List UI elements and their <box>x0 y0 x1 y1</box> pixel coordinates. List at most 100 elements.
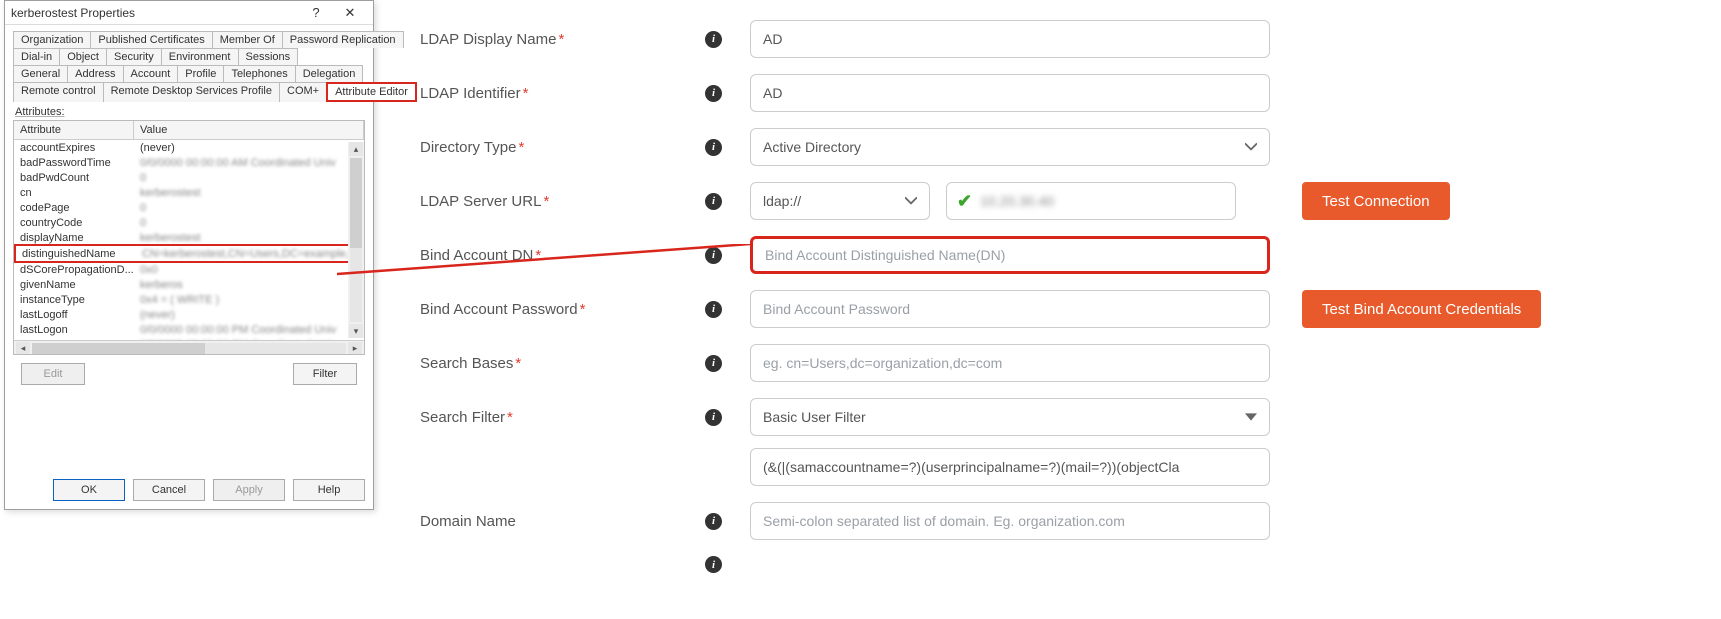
scroll-right-icon[interactable]: ▸ <box>348 342 362 356</box>
tab-general[interactable]: General <box>13 65 68 82</box>
attr-value: kerberostest <box>134 230 364 245</box>
scroll-down-icon[interactable]: ▾ <box>349 324 363 338</box>
attr-value: 0/0/0000 00:00:00 AM Coordinated Univ <box>134 155 364 170</box>
help-button[interactable]: Help <box>293 479 365 501</box>
label-ldap-identifier: LDAP Identifier <box>420 85 521 102</box>
table-row[interactable]: distinguishedNameCN=kerberostest,CN=User… <box>14 244 364 263</box>
filter-button[interactable]: Filter <box>293 363 357 385</box>
table-row[interactable]: codePage0 <box>14 200 364 215</box>
tab-telephones[interactable]: Telephones <box>223 65 295 82</box>
required-icon: * <box>523 85 529 102</box>
required-icon: * <box>515 355 521 372</box>
table-row[interactable]: lastLogon0/0/0000 00:00:00 PM Coordinate… <box>14 322 364 337</box>
tab-object[interactable]: Object <box>59 48 107 65</box>
ldap-identifier-input[interactable] <box>750 74 1270 112</box>
search-filter-value: Basic User Filter <box>763 409 866 425</box>
scroll-up-icon[interactable]: ▴ <box>349 142 363 156</box>
info-icon[interactable]: i <box>705 556 722 573</box>
attributes-rows[interactable]: accountExpires(never)badPasswordTime0/0/… <box>14 140 364 340</box>
label-bind-account-dn: Bind Account DN <box>420 247 533 264</box>
search-filter-select[interactable]: Basic User Filter <box>750 398 1270 436</box>
table-row[interactable]: countryCode0 <box>14 215 364 230</box>
tab-remote-control[interactable]: Remote control <box>13 82 104 102</box>
search-filter-string-input[interactable] <box>750 448 1270 486</box>
table-row[interactable]: instanceType0x4 = ( WRITE ) <box>14 292 364 307</box>
apply-button[interactable]: Apply <box>213 479 285 501</box>
directory-type-select[interactable]: Active Directory <box>750 128 1270 166</box>
help-icon[interactable]: ? <box>299 3 333 23</box>
tab-organization[interactable]: Organization <box>13 31 91 48</box>
table-row[interactable]: givenNamekerberos <box>14 277 364 292</box>
attr-value: (never) <box>134 307 364 322</box>
info-icon[interactable]: i <box>705 85 722 102</box>
table-row[interactable]: cnkerberostest <box>14 185 364 200</box>
ok-button[interactable]: OK <box>53 479 125 501</box>
chevron-down-icon <box>905 195 917 207</box>
close-icon[interactable]: ✕ <box>333 3 367 23</box>
info-icon[interactable]: i <box>705 513 722 530</box>
tab-delegation[interactable]: Delegation <box>295 65 364 82</box>
info-icon[interactable]: i <box>705 301 722 318</box>
table-row[interactable]: badPasswordTime0/0/0000 00:00:00 AM Coor… <box>14 155 364 170</box>
table-row[interactable]: badPwdCount0 <box>14 170 364 185</box>
info-icon[interactable]: i <box>705 409 722 426</box>
dialog-titlebar[interactable]: kerberostest Properties ? ✕ <box>5 1 373 25</box>
tab-password-replication[interactable]: Password Replication <box>282 31 404 48</box>
bind-account-dn-input[interactable] <box>750 236 1270 274</box>
tab-published-certificates[interactable]: Published Certificates <box>90 31 212 48</box>
bind-account-password-input[interactable] <box>750 290 1270 328</box>
ldap-scheme-select[interactable]: ldap:// <box>750 182 930 220</box>
attr-name: badPasswordTime <box>14 155 134 170</box>
attr-name: accountExpires <box>14 140 134 155</box>
attributes-table[interactable]: Attribute Value accountExpires(never)bad… <box>13 120 365 355</box>
scroll-track-h[interactable] <box>32 343 346 355</box>
info-icon[interactable]: i <box>705 139 722 156</box>
row-ldap-server-url: LDAP Server URL* i ldap:// ✔ 10.20.30.40… <box>420 182 1681 220</box>
tab-remote-desktop-services-profile[interactable]: Remote Desktop Services Profile <box>103 82 280 102</box>
cancel-button[interactable]: Cancel <box>133 479 205 501</box>
table-row[interactable]: lastLogonTimestamp0/0/0000 00:00:00 PM C… <box>14 337 364 340</box>
required-icon: * <box>543 193 549 210</box>
scrollbar-vertical[interactable]: ▴ ▾ <box>348 142 364 338</box>
info-icon[interactable]: i <box>705 193 722 210</box>
table-row[interactable]: displayNamekerberostest <box>14 230 364 245</box>
tab-address[interactable]: Address <box>67 65 123 82</box>
attr-value: 0x0 <box>134 262 364 277</box>
info-icon[interactable]: i <box>705 355 722 372</box>
tab-attribute-editor[interactable]: Attribute Editor <box>326 82 417 102</box>
scrollbar-horizontal[interactable]: ◂ ▸ <box>14 340 364 355</box>
tab-sessions[interactable]: Sessions <box>238 48 299 65</box>
search-bases-input[interactable] <box>750 344 1270 382</box>
label-search-bases: Search Bases <box>420 355 513 372</box>
test-connection-button[interactable]: Test Connection <box>1302 182 1450 220</box>
table-row[interactable]: dSCorePropagationD...0x0 <box>14 262 364 277</box>
tab-environment[interactable]: Environment <box>161 48 239 65</box>
ldap-display-name-input[interactable] <box>750 20 1270 58</box>
test-bind-credentials-button[interactable]: Test Bind Account Credentials <box>1302 290 1541 328</box>
scroll-left-icon[interactable]: ◂ <box>16 342 30 356</box>
row-bind-account-dn: Bind Account DN* i <box>420 236 1681 274</box>
edit-button[interactable]: Edit <box>21 363 85 385</box>
tab-profile[interactable]: Profile <box>177 65 224 82</box>
tab-com-plus[interactable]: COM+ <box>279 82 327 102</box>
row-ldap-identifier: LDAP Identifier* i <box>420 74 1681 112</box>
domain-name-input[interactable] <box>750 502 1270 540</box>
tab-account[interactable]: Account <box>123 65 179 82</box>
scroll-thumb-v[interactable] <box>350 158 362 248</box>
table-row[interactable]: lastLogoff(never) <box>14 307 364 322</box>
check-icon: ✔ <box>957 191 972 212</box>
table-row[interactable]: accountExpires(never) <box>14 140 364 155</box>
tab-security[interactable]: Security <box>106 48 162 65</box>
info-icon[interactable]: i <box>705 247 722 264</box>
dialog-title: kerberostest Properties <box>11 6 299 20</box>
attr-name: dSCorePropagationD... <box>14 262 134 277</box>
tab-dial-in[interactable]: Dial-in <box>13 48 60 65</box>
scroll-track-v[interactable] <box>350 158 362 322</box>
attr-value: 0 <box>134 170 364 185</box>
tab-member-of[interactable]: Member Of <box>212 31 283 48</box>
info-icon[interactable]: i <box>705 31 722 48</box>
scroll-thumb-h[interactable] <box>32 343 205 355</box>
dialog-footer: OK Cancel Apply Help <box>53 479 365 501</box>
required-icon: * <box>558 31 564 48</box>
attr-value: kerberos <box>134 277 364 292</box>
